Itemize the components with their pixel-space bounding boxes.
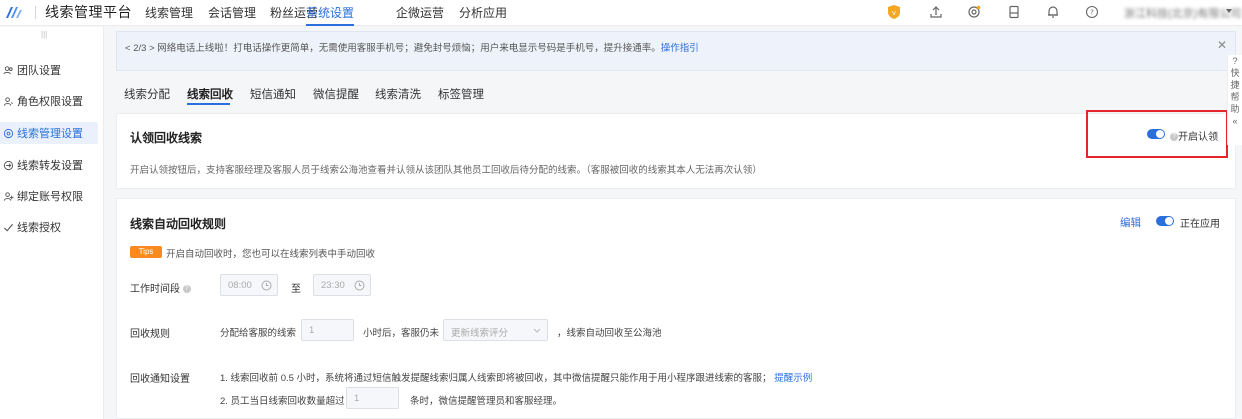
- nav-wecom-operation[interactable]: 企微运营: [396, 4, 444, 21]
- notify-count-input[interactable]: 1: [346, 387, 399, 409]
- quick-help-panel[interactable]: ? 快 捷 帮 助 «: [1227, 55, 1242, 145]
- logo-divider: [35, 6, 36, 19]
- auto-recycle-card: 线索自动回收规则: [116, 198, 1236, 419]
- help-circle-icon: ?: [1232, 56, 1238, 66]
- work-hours-label-row: 工作时间段 ?: [130, 280, 191, 295]
- svg-text:?: ?: [1090, 9, 1094, 17]
- user-menu-caret-icon[interactable]: [1226, 9, 1232, 13]
- sidebar-collapse-icon[interactable]: |||: [41, 30, 47, 39]
- notify-settings-label: 回收通知设置: [130, 374, 190, 385]
- work-end-time-input[interactable]: 23:30: [313, 274, 371, 296]
- sidebar-item-team-settings[interactable]: 团队设置: [0, 59, 98, 81]
- notice-banner: < 2/3 > 网络电话上线啦！打电话操作更简单，无需使用客服手机号；避免封号烦…: [116, 31, 1236, 71]
- notify-line1-row: 1. 线索回收前 0.5 小时，系统将通过短信触发提醒线索归属人线索即将被回收，…: [220, 370, 812, 384]
- sidebar-item-label: 团队设置: [17, 65, 61, 77]
- close-icon[interactable]: ✕: [1217, 38, 1227, 52]
- tab-tag-management[interactable]: 标签管理: [438, 86, 484, 102]
- bell-icon[interactable]: [1044, 3, 1062, 21]
- top-nav: 线索管理平台 线索管理 会话管理 粉丝运营 系统设置 企微运营 分析应用 v ?…: [0, 0, 1242, 26]
- shield-badge-icon[interactable]: v: [885, 3, 903, 21]
- tab-active-underline: [187, 103, 230, 105]
- sidebar-item-clue-forward[interactable]: 线索转发设置: [0, 154, 98, 176]
- sidebar-item-label: 线索转发设置: [17, 160, 83, 172]
- bind-account-icon: [3, 191, 14, 201]
- quick-help-char: 快: [1230, 68, 1240, 78]
- sidebar: ||| 团队设置 角色权限设置 线索管理设置 线索转发设置 绑定账号权限 线索授…: [0, 27, 104, 419]
- sidebar-item-clue-settings[interactable]: 线索管理设置: [0, 122, 98, 144]
- notice-pager: 2/3: [133, 43, 147, 54]
- highlight-box: [1086, 110, 1228, 158]
- recycle-rule-label: 回收规则: [130, 329, 170, 340]
- notice-text-row: < 2/3 > 网络电话上线啦！打电话操作更简单，无需使用客服手机号；避免封号烦…: [125, 40, 699, 54]
- claim-recycle-card: 认领回收线索 开启认领按钮后，支持客服经理及客服人员于线索公海池查看并认领从该团…: [116, 113, 1236, 189]
- notification-settings-icon[interactable]: [965, 3, 983, 21]
- authorize-icon: [3, 223, 14, 232]
- time-separator: 至: [291, 284, 301, 295]
- tips-text: 开启自动回收时，您也可以在线索列表中手动回收: [166, 249, 376, 260]
- sidebar-item-role-permission[interactable]: 角色权限设置: [0, 90, 98, 112]
- notify-line1: 1. 线索回收前 0.5 小时，系统将通过短信触发提醒线索归属人线索即将被回收，…: [220, 373, 772, 384]
- user-name[interactable]: 浙江科技(北京)有限公司: [1124, 5, 1241, 21]
- apply-status-label: 正在应用: [1180, 219, 1220, 230]
- forward-icon: [3, 160, 14, 170]
- apply-toggle[interactable]: [1156, 216, 1174, 226]
- claim-card-title: 认领回收线索: [130, 131, 203, 145]
- work-hours-label: 工作时间段: [130, 284, 180, 295]
- quick-help-char: 帮: [1230, 92, 1240, 102]
- recycle-condition-select[interactable]: 更新线索评分: [443, 319, 548, 341]
- nav-analytics[interactable]: 分析应用: [459, 4, 507, 21]
- help-icon[interactable]: ?: [1083, 3, 1101, 21]
- reminder-example-link[interactable]: 提醒示例: [774, 373, 812, 384]
- team-icon: [3, 65, 13, 74]
- double-chevron-left-icon[interactable]: «: [1228, 115, 1242, 127]
- edit-button[interactable]: 编辑: [1120, 215, 1141, 230]
- sidebar-item-label: 角色权限设置: [17, 96, 83, 108]
- clue-settings-icon: [3, 128, 14, 138]
- app-title: 线索管理平台: [45, 4, 132, 20]
- app-logo-icon: [6, 7, 22, 18]
- recycle-rule-middle: 小时后，客服仍未: [363, 328, 440, 339]
- clock-icon: [261, 280, 272, 291]
- clock-icon: [354, 280, 365, 291]
- quick-help-char: 捷: [1230, 80, 1240, 90]
- sidebar-item-label: 绑定账号权限: [17, 191, 83, 203]
- notify-line2-prefix: 2. 员工当日线索回收数量超过: [220, 396, 345, 407]
- sidebar-item-clue-authorize[interactable]: 线索授权: [0, 216, 98, 238]
- upload-icon[interactable]: [927, 3, 945, 21]
- tips-tag: Tips: [130, 246, 162, 258]
- tab-clue-cleaning[interactable]: 线索清洗: [375, 86, 421, 102]
- document-icon[interactable]: [1005, 3, 1023, 21]
- sidebar-item-label: 线索管理设置: [17, 128, 83, 140]
- work-end-time-value: 23:30: [321, 280, 345, 291]
- chevron-right-icon[interactable]: >: [149, 43, 155, 54]
- recycle-hours-input[interactable]: 1: [301, 319, 354, 341]
- tab-wechat-reminder[interactable]: 微信提醒: [313, 86, 359, 102]
- nav-session-management[interactable]: 会话管理: [208, 4, 256, 21]
- notice-guide-link[interactable]: 操作指引: [661, 43, 699, 54]
- info-icon: ?: [182, 285, 191, 294]
- work-start-time-input[interactable]: 08:00: [220, 274, 278, 296]
- claim-card-description: 开启认领按钮后，支持客服经理及客服人员于线索公海池查看并认领从该团队其他员工回收…: [130, 165, 762, 176]
- nav-clue-management[interactable]: 线索管理: [145, 4, 193, 21]
- sidebar-item-label: 线索授权: [17, 222, 61, 234]
- chevron-left-icon[interactable]: <: [125, 43, 131, 54]
- sidebar-item-bind-account[interactable]: 绑定账号权限: [0, 185, 98, 207]
- nav-active-underline: [306, 24, 354, 26]
- quick-help-char: 助: [1230, 104, 1240, 114]
- chevron-down-icon: [533, 328, 541, 333]
- tab-sms-notice[interactable]: 短信通知: [250, 86, 296, 102]
- recycle-rule-prefix: 分配给客服的线索: [220, 328, 297, 339]
- recycle-condition-value: 更新线索评分: [451, 328, 509, 339]
- notify-line2-suffix: 条时，微信提醒管理员和客服经理。: [410, 396, 563, 407]
- auto-card-title: 线索自动回收规则: [130, 217, 227, 231]
- tab-clue-recycle[interactable]: 线索回收: [187, 86, 233, 102]
- recycle-rule-suffix: ，线索自动回收至公海池: [557, 328, 662, 339]
- user-role-icon: [3, 96, 13, 106]
- tab-clue-distribution[interactable]: 线索分配: [124, 86, 170, 102]
- nav-system-settings[interactable]: 系统设置: [306, 4, 354, 21]
- svg-text:v: v: [892, 9, 896, 17]
- notice-message: 网络电话上线啦！打电话操作更简单，无需使用客服手机号；避免封号烦恼；用户来电显示…: [157, 43, 661, 54]
- work-start-time-value: 08:00: [228, 280, 252, 291]
